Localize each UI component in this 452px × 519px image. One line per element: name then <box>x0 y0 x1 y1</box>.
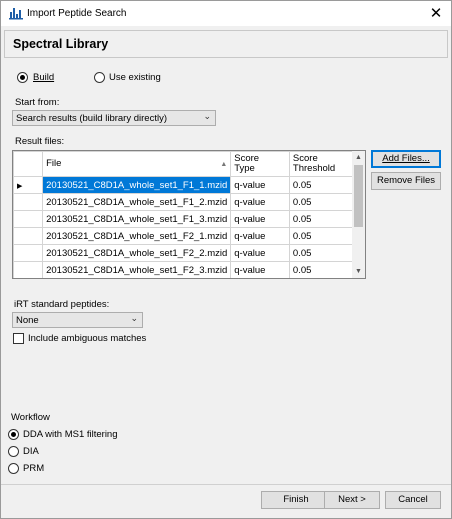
score-type-cell[interactable]: q-value <box>230 244 290 262</box>
use-existing-radio-label[interactable]: Use existing <box>109 72 161 83</box>
cancel-button[interactable]: Cancel <box>385 491 441 509</box>
irt-value: None <box>16 315 39 326</box>
file-cell[interactable]: 20130521_C8D1A_whole_set1_F2_3.mzid <box>42 261 232 278</box>
irt-select[interactable]: None ⌄ <box>12 312 143 328</box>
chevron-down-icon: ⌄ <box>130 313 138 323</box>
current-row-icon: ▶ <box>17 182 23 190</box>
scroll-thumb[interactable] <box>354 165 363 227</box>
file-cell[interactable]: 20130521_C8D1A_whole_set1_F2_2.mzid <box>42 244 232 262</box>
workflow-prm-label[interactable]: PRM <box>23 463 44 474</box>
table-row[interactable]: 20130521_C8D1A_whole_set1_F2_2.mzid q-va… <box>13 244 365 262</box>
row-header[interactable]: ▶ <box>13 176 44 194</box>
column-header-score-type-line2: Type <box>234 163 255 174</box>
row-header[interactable] <box>13 227 44 245</box>
workflow-prm-radio[interactable] <box>8 463 19 474</box>
build-radio[interactable] <box>17 72 28 83</box>
include-ambiguous-checkbox[interactable] <box>13 333 24 344</box>
use-existing-radio[interactable] <box>94 72 105 83</box>
scroll-up-icon[interactable]: ▲ <box>352 151 365 164</box>
table-row[interactable]: ▶ 20130521_C8D1A_whole_set1_F1_1.mzid q-… <box>13 176 365 194</box>
score-type-cell[interactable]: q-value <box>230 193 290 211</box>
irt-label: iRT standard peptides: <box>14 299 110 310</box>
file-cell[interactable]: 20130521_C8D1A_whole_set1_F2_1.mzid <box>42 227 232 245</box>
row-header[interactable] <box>13 210 44 228</box>
title-bar: Import Peptide Search ✕ <box>1 1 451 26</box>
workflow-dda-label[interactable]: DDA with MS1 filtering <box>23 429 118 440</box>
page-header: Spectral Library <box>4 30 448 58</box>
window-title: Import Peptide Search <box>27 8 127 19</box>
column-header-file[interactable]: File ▲ <box>42 151 232 177</box>
page-title: Spectral Library <box>13 37 109 51</box>
workflow-dia-label[interactable]: DIA <box>23 446 39 457</box>
workflow-dda-radio[interactable] <box>8 429 19 440</box>
table-row[interactable]: 20130521_C8D1A_whole_set1_F2_3.mzid q-va… <box>13 261 365 278</box>
score-type-cell[interactable]: q-value <box>230 227 290 245</box>
column-header-score-type[interactable]: Score Type <box>230 151 290 177</box>
next-button[interactable]: Next > <box>324 491 380 509</box>
start-from-label: Start from: <box>15 97 60 108</box>
include-ambiguous-label[interactable]: Include ambiguous matches <box>28 333 146 344</box>
grid-header-row: File ▲ Score Type Score Threshold <box>13 151 365 177</box>
file-cell[interactable]: 20130521_C8D1A_whole_set1_F1_2.mzid <box>42 193 232 211</box>
sort-ascending-icon: ▲ <box>220 161 228 168</box>
vertical-scrollbar[interactable]: ▲ ▼ <box>352 151 365 278</box>
add-files-button-label: Add Files... <box>382 153 430 164</box>
add-files-button[interactable]: Add Files... <box>371 150 441 168</box>
row-header[interactable] <box>13 244 44 262</box>
column-header-file-text: File <box>46 158 62 169</box>
result-files-grid[interactable]: File ▲ Score Type Score Threshold ▶ 2013… <box>12 150 366 279</box>
build-radio-label[interactable]: Build <box>33 72 54 83</box>
build-radio-text: Build <box>33 72 55 83</box>
table-row[interactable]: 20130521_C8D1A_whole_set1_F1_3.mzid q-va… <box>13 210 365 228</box>
scroll-down-icon[interactable]: ▼ <box>352 265 365 278</box>
remove-files-button[interactable]: Remove Files <box>371 172 441 190</box>
file-cell[interactable]: 20130521_C8D1A_whole_set1_F1_3.mzid <box>42 210 232 228</box>
score-type-cell[interactable]: q-value <box>230 261 290 278</box>
row-header[interactable] <box>13 193 44 211</box>
finish-button[interactable]: Finish <box>261 491 331 509</box>
score-type-cell[interactable]: q-value <box>230 176 290 194</box>
row-header-corner <box>13 151 44 177</box>
chevron-down-icon: ⌄ <box>203 111 211 121</box>
start-from-select[interactable]: Search results (build library directly) … <box>12 110 216 126</box>
footer-divider <box>1 484 451 485</box>
start-from-value: Search results (build library directly) <box>16 113 167 124</box>
workflow-label: Workflow <box>11 412 50 423</box>
import-peptide-search-dialog: Import Peptide Search ✕ Spectral Library… <box>0 0 452 519</box>
column-header-score-threshold-line2: Threshold <box>292 163 336 174</box>
row-header[interactable] <box>13 261 44 278</box>
skyline-app-icon <box>9 8 23 20</box>
result-files-label: Result files: <box>15 136 65 147</box>
score-type-cell[interactable]: q-value <box>230 210 290 228</box>
close-icon[interactable]: ✕ <box>421 1 451 26</box>
table-row[interactable]: 20130521_C8D1A_whole_set1_F2_1.mzid q-va… <box>13 227 365 245</box>
workflow-dia-radio[interactable] <box>8 446 19 457</box>
result-files-table: File ▲ Score Type Score Threshold ▶ 2013… <box>13 151 365 278</box>
file-cell[interactable]: 20130521_C8D1A_whole_set1_F1_1.mzid <box>42 176 232 194</box>
table-row[interactable]: 20130521_C8D1A_whole_set1_F1_2.mzid q-va… <box>13 193 365 211</box>
